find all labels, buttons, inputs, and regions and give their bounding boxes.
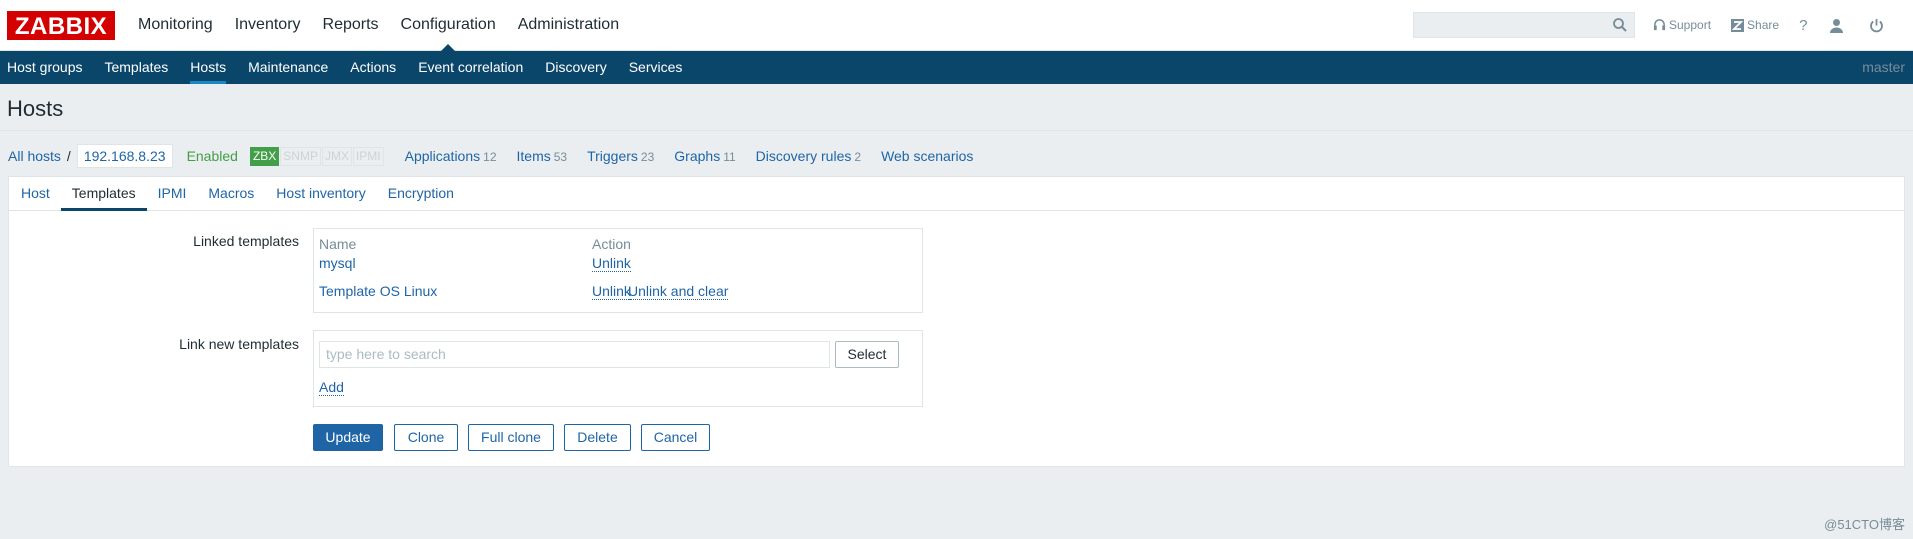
nav-monitoring[interactable]: Monitoring — [127, 0, 224, 51]
link-new-templates-label: Link new templates — [179, 336, 299, 352]
breadcrumb-current-host[interactable]: 192.168.8.23 — [76, 144, 173, 168]
subnav-event-correlation[interactable]: Event correlation — [407, 51, 534, 84]
col-name-header: Name — [319, 236, 357, 252]
server-name: master — [1862, 59, 1905, 75]
share-label: Share — [1747, 18, 1780, 32]
nav-configuration[interactable]: Configuration — [390, 0, 507, 52]
discovery-count: 2 — [854, 150, 862, 164]
items-label: Items — [516, 148, 551, 164]
template-mysql-link[interactable]: mysql — [319, 255, 356, 271]
discovery-label: Discovery rules — [755, 148, 852, 164]
link-discovery-rules[interactable]: Discovery rules 2 — [756, 148, 861, 164]
link-applications[interactable]: Applications 12 — [405, 148, 497, 164]
update-button[interactable]: Update — [313, 424, 383, 451]
items-count: 53 — [553, 150, 568, 164]
sub-nav: Host groups Templates Hosts Maintenance … — [0, 51, 1913, 84]
headset-icon — [1653, 18, 1666, 30]
tab-encryption[interactable]: Encryption — [377, 177, 465, 210]
badge-snmp: SNMP — [280, 146, 321, 166]
zabbix-logo[interactable]: ZABBIX — [7, 11, 115, 40]
nav-administration[interactable]: Administration — [507, 0, 630, 51]
tab-host-inventory[interactable]: Host inventory — [265, 177, 376, 210]
template-search-input[interactable]: type here to search — [319, 341, 830, 368]
subnav-maintenance[interactable]: Maintenance — [237, 51, 339, 84]
applications-label: Applications — [404, 148, 481, 164]
host-status-enabled[interactable]: Enabled — [187, 148, 238, 164]
badge-ipmi: IPMI — [352, 146, 384, 166]
host-tabs: Host Templates IPMI Macros Host inventor… — [9, 177, 1904, 211]
availability-badges: ZBX SNMP JMX IPMI — [249, 146, 385, 166]
top-header: ZABBIX Monitoring Inventory Reports Conf… — [0, 0, 1913, 52]
tab-templates[interactable]: Templates — [60, 177, 147, 211]
support-link[interactable]: Support — [1653, 18, 1711, 32]
clone-button[interactable]: Clone — [394, 424, 458, 451]
link-graphs[interactable]: Graphs 11 — [674, 148, 735, 164]
linked-templates-label: Linked templates — [193, 233, 299, 249]
col-action-header: Action — [592, 236, 631, 252]
host-breadcrumb: All hosts / 192.168.8.23 Enabled ZBX SNM… — [8, 144, 993, 168]
host-form-panel: Host Templates IPMI Macros Host inventor… — [8, 176, 1905, 467]
triggers-label: Triggers — [587, 148, 638, 164]
badge-jmx: JMX — [321, 146, 352, 166]
nav-reports[interactable]: Reports — [312, 0, 390, 51]
linked-templates-table: Name Action mysql Unlink Template OS Lin… — [313, 228, 923, 313]
page-title: Hosts — [7, 96, 64, 121]
subnav-templates[interactable]: Templates — [93, 51, 179, 84]
link-triggers[interactable]: Triggers 23 — [587, 148, 654, 164]
share-z-icon — [1731, 18, 1745, 32]
select-templates-button[interactable]: Select — [835, 341, 899, 368]
cancel-button[interactable]: Cancel — [641, 424, 710, 451]
add-template-button[interactable]: Add — [319, 379, 344, 396]
tab-macros[interactable]: Macros — [197, 177, 265, 210]
link-items[interactable]: Items 53 — [517, 148, 568, 164]
link-web-scenarios[interactable]: Web scenarios — [881, 148, 973, 164]
tab-ipmi[interactable]: IPMI — [147, 177, 198, 210]
logout-icon[interactable] — [1869, 18, 1887, 33]
breadcrumb-separator: / — [66, 148, 71, 164]
template-os-linux-link[interactable]: Template OS Linux — [319, 283, 437, 299]
subnav-actions[interactable]: Actions — [339, 51, 407, 84]
power-icon — [1870, 18, 1884, 32]
unlink-mysql-button[interactable]: Unlink — [592, 255, 631, 272]
watermark: @51CTO博客 — [1824, 517, 1905, 532]
main-nav: Monitoring Inventory Reports Configurati… — [127, 0, 630, 52]
breadcrumb-all-hosts[interactable]: All hosts — [8, 148, 61, 164]
applications-count: 12 — [483, 150, 497, 164]
graphs-label: Graphs — [674, 148, 721, 164]
title-divider — [0, 130, 1913, 131]
badge-zbx: ZBX — [249, 146, 280, 166]
subnav-host-groups[interactable]: Host groups — [0, 51, 93, 84]
graphs-count: 11 — [723, 150, 736, 164]
subnav-hosts[interactable]: Hosts — [179, 51, 237, 84]
header-icons: Support Share ? — [1653, 15, 1909, 35]
help-icon[interactable]: ? — [1799, 17, 1807, 34]
full-clone-button[interactable]: Full clone — [468, 424, 554, 451]
link-new-templates-box: type here to search Select Add — [313, 330, 923, 407]
search-icon[interactable] — [1612, 17, 1628, 33]
global-search-input[interactable] — [1413, 12, 1635, 38]
user-profile-icon[interactable] — [1829, 18, 1847, 33]
share-link[interactable]: Share — [1731, 18, 1779, 32]
support-label: Support — [1669, 18, 1712, 32]
user-icon — [1830, 18, 1844, 33]
subnav-services[interactable]: Services — [618, 51, 694, 84]
delete-button[interactable]: Delete — [564, 424, 631, 451]
unlink-os-linux-button[interactable]: Unlink — [592, 283, 631, 300]
unlink-and-clear-os-linux-button[interactable]: Unlink and clear — [628, 283, 729, 300]
nav-inventory[interactable]: Inventory — [224, 0, 312, 51]
triggers-count: 23 — [640, 150, 655, 164]
subnav-discovery[interactable]: Discovery — [534, 51, 617, 84]
tab-host[interactable]: Host — [10, 177, 61, 210]
